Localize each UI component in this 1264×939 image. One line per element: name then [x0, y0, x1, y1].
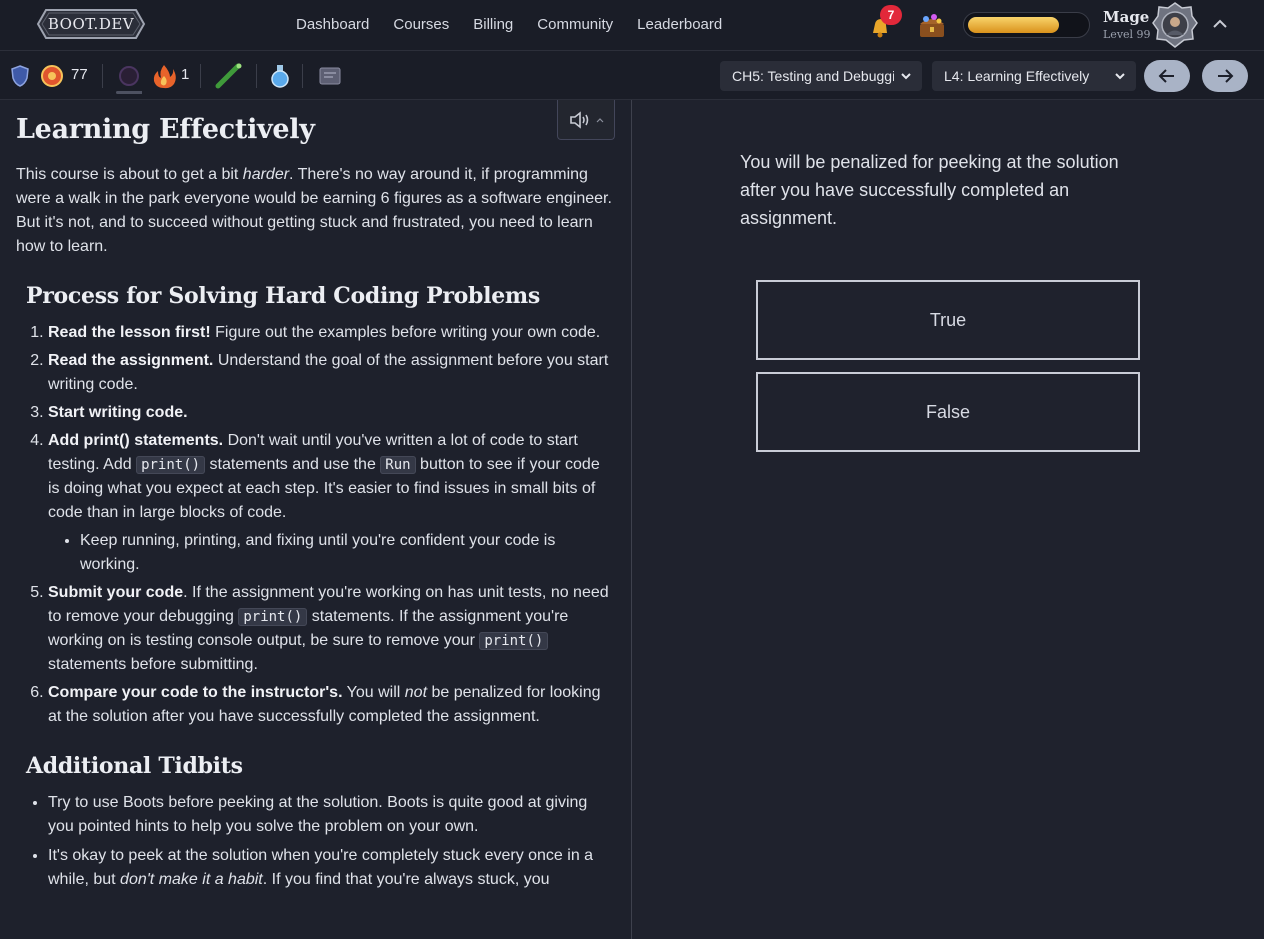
lesson-select-value: L4: Learning Effectively	[944, 68, 1090, 84]
chevron-down-icon	[1115, 73, 1125, 80]
list-item: Try to use Boots before peeking at the s…	[48, 791, 614, 839]
nav-dashboard[interactable]: Dashboard	[296, 16, 369, 33]
toolbar-divider	[200, 64, 201, 88]
lesson-pane[interactable]: Learning Effectively This course is abou…	[0, 100, 631, 939]
lesson-select[interactable]: L4: Learning Effectively	[932, 61, 1136, 91]
intro-emphasis: harder	[242, 166, 290, 183]
chapter-select[interactable]: CH5: Testing and Debugging	[720, 61, 922, 91]
list-item: Compare your code to the instructor's. Y…	[48, 681, 614, 729]
potion-icon[interactable]	[270, 63, 290, 93]
treasure-chest-icon[interactable]	[916, 10, 948, 40]
list-item: Start writing code.	[48, 401, 614, 425]
list-item: Add print() statements. Don't wait until…	[48, 429, 614, 577]
intro-text: This course is about to get a bit	[16, 166, 243, 183]
step-text: statements and use the	[205, 456, 381, 473]
list-item: Read the assignment. Understand the goal…	[48, 349, 614, 397]
step-heading: Compare your code to the instructor's.	[48, 684, 343, 701]
previous-lesson-button[interactable]	[1144, 60, 1190, 92]
inline-code: Run	[380, 456, 416, 474]
inline-code: print()	[479, 632, 549, 650]
section-heading: Process for Solving Hard Coding Problems	[26, 283, 540, 309]
nav-leaderboard[interactable]: Leaderboard	[637, 16, 722, 33]
tidbit-emphasis: don't make it a habit	[120, 871, 263, 888]
list-item: Read the lesson first! Figure out the ex…	[48, 321, 614, 345]
toolbar-divider	[302, 64, 303, 88]
answer-false-button[interactable]: False	[756, 372, 1140, 452]
gem-coin-icon[interactable]	[40, 64, 64, 92]
user-level: Level 99	[1103, 28, 1151, 41]
bootdev-logo[interactable]: BOOT.DEV	[36, 8, 146, 40]
tidbit-text: . If you find that you're always stuck, …	[262, 871, 550, 888]
sub-list: Keep running, printing, and fixing until…	[80, 529, 614, 577]
lesson-intro: This course is about to get a bit harder…	[16, 163, 614, 259]
xp-progress-fill	[968, 17, 1059, 33]
user-info[interactable]: Mage Level 99	[1103, 8, 1151, 41]
step-heading: Start writing code.	[48, 404, 188, 421]
step-heading: Submit your code	[48, 584, 184, 601]
step-heading: Read the lesson first!	[48, 324, 211, 341]
top-bar: BOOT.DEV Dashboard Courses Billing Commu…	[0, 0, 1264, 50]
main-nav: Dashboard Courses Billing Community Lead…	[296, 16, 722, 33]
lesson-title: Learning Effectively	[16, 114, 315, 145]
step-text: Figure out the examples before writing y…	[210, 324, 601, 341]
logo-text: BOOT.DEV	[47, 15, 135, 33]
avatar[interactable]	[1152, 2, 1198, 48]
streak-count: 1	[181, 66, 190, 83]
toolbar-divider	[256, 64, 257, 88]
streak-flame-icon[interactable]	[150, 63, 178, 93]
map-scroll-icon[interactable]	[318, 65, 342, 91]
inline-code: print()	[136, 456, 206, 474]
list-item: Submit your code. If the assignment you'…	[48, 581, 614, 677]
toolbar-divider	[102, 64, 103, 88]
answer-true-button[interactable]: True	[756, 280, 1140, 360]
shield-icon[interactable]	[10, 64, 30, 92]
arrow-right-icon	[1218, 69, 1234, 83]
green-wand-icon[interactable]	[214, 63, 244, 93]
lesson-content: Learning Effectively This course is abou…	[16, 114, 614, 897]
next-lesson-button[interactable]	[1202, 60, 1248, 92]
section-heading: Additional Tidbits	[26, 753, 243, 779]
lesson-toolbar: 77 1 CH5: Testing and Debugging L4: Lear…	[0, 50, 1264, 100]
step-text: statements before submitting.	[48, 656, 258, 673]
step-emphasis: not	[404, 684, 428, 701]
dark-orb-icon[interactable]	[116, 64, 146, 98]
nav-billing[interactable]: Billing	[473, 16, 513, 33]
quiz-pane: You will be penalized for peeking at the…	[632, 100, 1264, 939]
quiz-question: You will be penalized for peeking at the…	[740, 152, 1119, 228]
step-heading: Read the assignment.	[48, 352, 214, 369]
gem-count: 77	[71, 66, 88, 83]
nav-courses[interactable]: Courses	[393, 16, 449, 33]
step-heading: Add print() statements.	[48, 432, 224, 449]
notification-badge: 7	[880, 5, 902, 25]
tidbits-list: Try to use Boots before peeking at the s…	[48, 791, 614, 892]
chapter-select-value: CH5: Testing and Debugging	[732, 68, 894, 84]
step-text: You will	[342, 684, 405, 701]
list-item: Keep running, printing, and fixing until…	[80, 529, 614, 577]
chevron-down-icon	[901, 73, 911, 80]
nav-community[interactable]: Community	[537, 16, 613, 33]
xp-progress-bar	[963, 12, 1090, 38]
chevron-up-icon[interactable]	[1210, 14, 1230, 34]
username: Mage	[1103, 8, 1150, 26]
process-steps-list: Read the lesson first! Figure out the ex…	[48, 321, 614, 729]
inline-code: print()	[238, 608, 308, 626]
list-item: It's okay to peek at the solution when y…	[48, 844, 614, 892]
arrow-left-icon	[1158, 69, 1174, 83]
